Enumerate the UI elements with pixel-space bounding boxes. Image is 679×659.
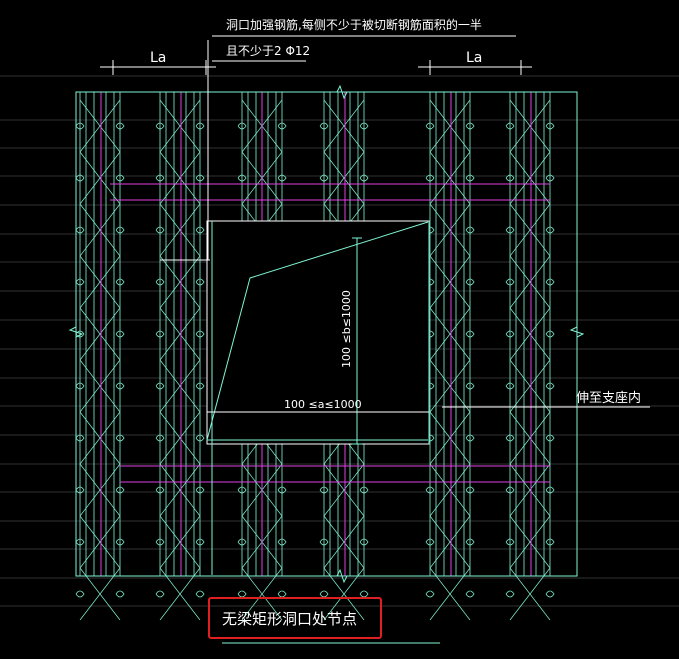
truss-node xyxy=(425,590,435,598)
la-left-label: La xyxy=(150,50,166,66)
truss-module xyxy=(75,92,125,621)
dim-b-label: 100 ≤b≤1000 xyxy=(340,290,353,368)
truss-node xyxy=(75,590,85,598)
truss-module xyxy=(155,92,205,621)
truss-module xyxy=(505,92,555,621)
cad-drawing: 100 ≤b≤1000 100 ≤a≤1000 洞口加强钢筋,每侧不少于被切断钢… xyxy=(0,17,679,644)
truss-node xyxy=(155,590,165,598)
truss-module xyxy=(425,92,475,621)
truss-node xyxy=(505,590,515,598)
top-note-line2: 且不少于2 Φ12 xyxy=(226,44,310,58)
truss-node xyxy=(545,590,555,598)
dim-a-label: 100 ≤a≤1000 xyxy=(284,398,362,411)
truss-node xyxy=(195,590,205,598)
extend-note: 伸至支座内 xyxy=(576,390,641,406)
drawing-title: 无梁矩形洞口处节点 xyxy=(222,610,358,628)
la-right-label: La xyxy=(466,50,482,66)
truss-node xyxy=(465,590,475,598)
top-note-line1: 洞口加强钢筋,每侧不少于被切断钢筋面积的一半 xyxy=(226,17,482,32)
truss-node xyxy=(115,590,125,598)
